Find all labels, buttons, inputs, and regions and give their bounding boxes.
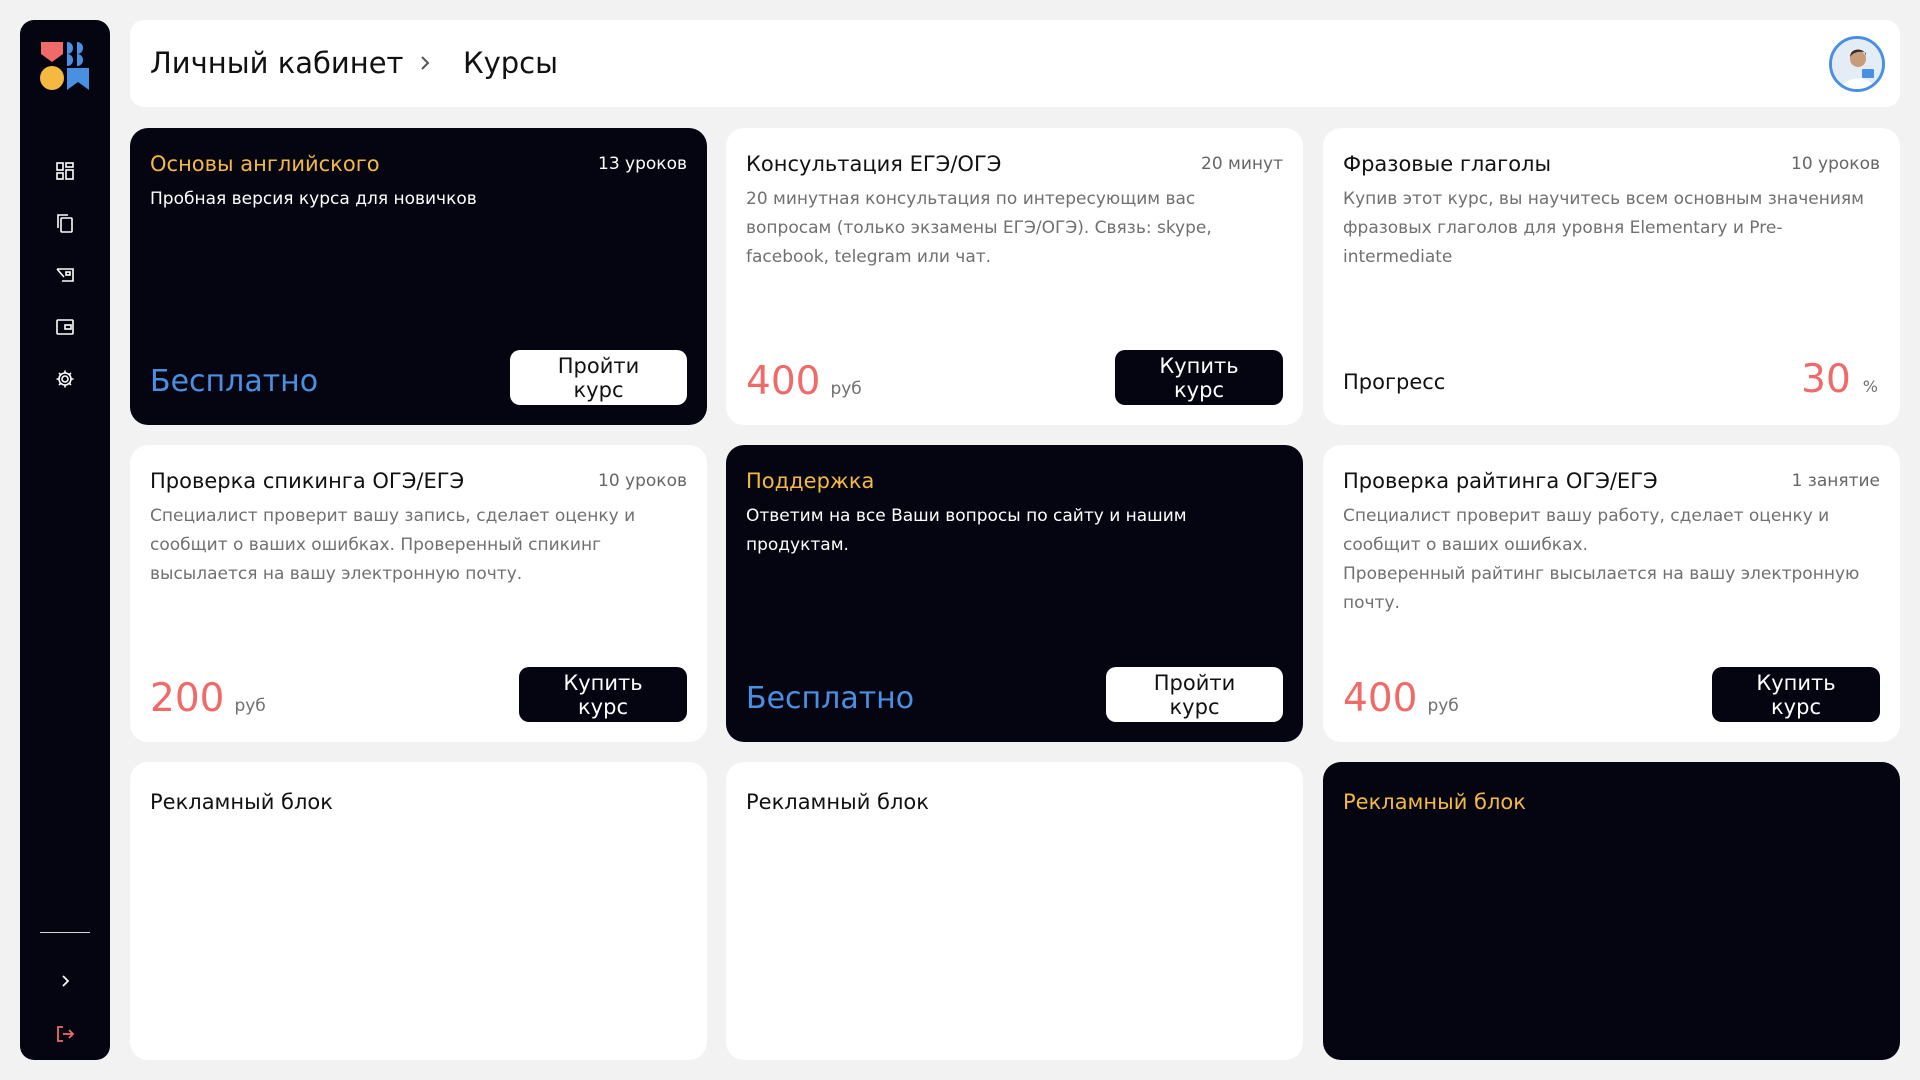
gear-icon xyxy=(55,369,75,393)
sidebar-item-dashboard[interactable] xyxy=(20,153,110,193)
card-description: Специалист проверит вашу работу, сделает… xyxy=(1343,506,1860,613)
ad-block[interactable]: Рекламный блок xyxy=(726,762,1303,1060)
card-meta: 1 занятие xyxy=(1791,471,1880,491)
progress-label: Прогресс xyxy=(1343,370,1446,394)
price: 200 руб xyxy=(150,679,266,718)
sidebar xyxy=(20,20,110,1060)
card-title: Поддержка xyxy=(746,469,875,493)
start-course-button[interactable]: Пройти курс xyxy=(1106,667,1283,722)
dashboard-icon xyxy=(55,161,75,185)
sidebar-item-settings[interactable] xyxy=(20,361,110,401)
sidebar-item-courses[interactable] xyxy=(20,205,110,245)
brand-logo-icon[interactable] xyxy=(39,40,91,92)
breadcrumb-root[interactable]: Личный кабинет xyxy=(150,20,403,107)
logout-icon xyxy=(55,1024,75,1048)
course-card-speaking-check: Проверка спикинга ОГЭ/ЕГЭ 10 уроков Спец… xyxy=(130,445,707,742)
course-card-english-basics: Основы английского 13 уроков Пробная вер… xyxy=(130,128,707,425)
card-description: Ответим на все Ваши вопросы по сайту и н… xyxy=(746,506,1187,555)
price-value: 400 xyxy=(1343,676,1418,721)
price-value: 400 xyxy=(746,359,821,404)
progress-unit: % xyxy=(1862,377,1878,396)
page-header: Личный кабинет Курсы xyxy=(130,20,1900,107)
card-meta: 10 уроков xyxy=(598,471,687,491)
chevron-right-icon xyxy=(57,973,73,993)
card-meta: 20 минут xyxy=(1201,154,1283,174)
ad-block[interactable]: Рекламный блок xyxy=(1323,762,1900,1060)
card-meta: 10 уроков xyxy=(1791,154,1880,174)
card-description: Специалист проверит вашу запись, сделает… xyxy=(150,506,636,584)
price: 400 руб xyxy=(746,362,862,401)
ad-block[interactable]: Рекламный блок xyxy=(130,762,707,1060)
lessons-icon xyxy=(54,265,76,289)
card-title: Проверка райтинга ОГЭ/ЕГЭ xyxy=(1343,469,1658,493)
course-card-consultation: Консультация ЕГЭ/ОГЭ 20 минут 20 минутна… xyxy=(726,128,1303,425)
buy-course-button[interactable]: Купить курс xyxy=(1712,667,1880,722)
avatar[interactable] xyxy=(1829,36,1885,92)
buy-course-button[interactable]: Купить курс xyxy=(519,667,687,722)
sidebar-item-wallet[interactable] xyxy=(20,309,110,349)
course-card-writing-check: Проверка райтинга ОГЭ/ЕГЭ 1 занятие Спец… xyxy=(1323,445,1900,742)
card-title: Фразовые глаголы xyxy=(1343,152,1552,176)
sidebar-divider xyxy=(40,932,90,933)
course-card-phrasal-verbs: Фразовые глаголы 10 уроков Купив этот ку… xyxy=(1323,128,1900,425)
progress: 30 % xyxy=(1801,360,1878,399)
price-currency: руб xyxy=(1427,696,1459,716)
free-label: Бесплатно xyxy=(150,364,319,399)
card-title: Рекламный блок xyxy=(150,790,333,814)
card-title: Рекламный блок xyxy=(1343,790,1526,814)
logout-button[interactable] xyxy=(20,1016,110,1056)
course-card-support: Поддержка Ответим на все Ваши вопросы по… xyxy=(726,445,1303,742)
wallet-icon xyxy=(55,317,75,341)
sidebar-item-lessons[interactable] xyxy=(20,257,110,297)
breadcrumb-current: Курсы xyxy=(463,46,559,80)
sidebar-expand-button[interactable] xyxy=(20,963,110,1003)
card-description: 20 минутная консультация по интересующим… xyxy=(746,189,1212,267)
card-title: Проверка спикинга ОГЭ/ЕГЭ xyxy=(150,469,465,493)
price: 400 руб xyxy=(1343,679,1459,718)
start-course-button[interactable]: Пройти курс xyxy=(510,350,687,405)
card-title: Рекламный блок xyxy=(746,790,929,814)
card-description: Пробная версия курса для новичков xyxy=(150,189,477,209)
chevron-right-icon xyxy=(413,51,437,75)
buy-course-button[interactable]: Купить курс xyxy=(1115,350,1283,405)
progress-value: 30 xyxy=(1801,357,1851,402)
card-meta: 13 уроков xyxy=(598,154,687,174)
card-title: Основы английского xyxy=(150,152,380,176)
card-title: Консультация ЕГЭ/ОГЭ xyxy=(746,152,1002,176)
price-value: 200 xyxy=(150,676,225,721)
price-currency: руб xyxy=(830,379,862,399)
card-description: Купив этот курс, вы научитесь всем основ… xyxy=(1343,189,1864,267)
price-currency: руб xyxy=(234,696,266,716)
free-label: Бесплатно xyxy=(746,681,915,716)
copy-icon xyxy=(55,212,75,238)
